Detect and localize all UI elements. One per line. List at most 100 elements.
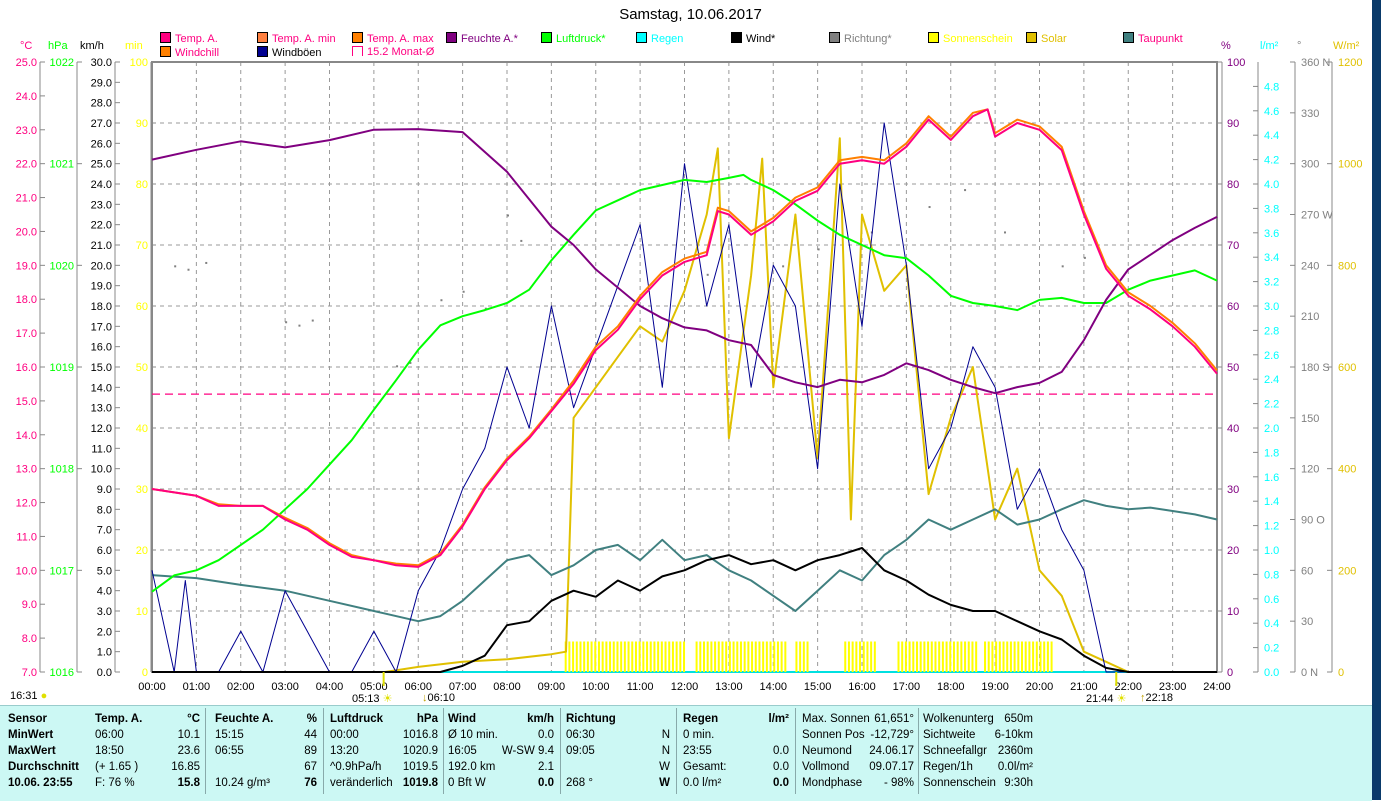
axis-label-temp: 12.0 [16,498,37,510]
sunshine-bar [579,641,582,672]
x-tick-label: 00:00 [138,681,166,693]
info-label: Max. Sonnen [802,713,870,725]
axis-label-rain: 0.6 [1264,594,1279,606]
sunshine-bar [769,641,772,672]
sunshine-bar [1021,641,1024,672]
table-row: 0 Bft W 0.0 [448,775,554,791]
info-label: Sonnenschein [923,777,996,789]
sunshine-bar [616,641,619,672]
series-temp-a [151,108,1218,568]
info-label: Regen/1h [923,761,973,773]
cell-value: 16.85 [171,761,200,773]
info-row: Neumond 24.06.17 [802,743,914,759]
axis-label-kmh: 27.0 [91,118,112,130]
cell-label: veränderlich [330,777,393,789]
cell-label: 0 min. [683,729,715,741]
axis-label-solar: 0 [1338,667,1344,679]
sunshine-bar [751,641,754,672]
info-label: Neumond [802,745,852,757]
sunshine-bar [919,641,922,672]
axis-label-rain: 1.2 [1264,521,1279,533]
info-row: Vollmond 09.07.17 [802,759,914,775]
x-tick-label: 18:00 [937,681,965,693]
cell-value: 0.0 [538,729,554,741]
sunshine-bar [1006,641,1009,672]
sunshine-bar [590,641,593,672]
axis-label-kmh: 7.0 [97,525,112,537]
table-row: 06:00 10.1 [95,727,200,743]
axis-label-min: 90 [136,118,148,130]
sunshine-bar [1050,641,1053,672]
sunshine-bar [952,641,955,672]
axis-label-hpa: 1016 [50,667,74,679]
axis-label-temp: 13.0 [16,464,37,476]
sunshine-bar [938,641,941,672]
sunshine-bar [634,641,637,672]
cell-label: 06:55 [215,745,244,757]
table-row: 15:15 44 [215,727,317,743]
cell-value: 1020.9 [402,745,438,757]
sunset: 21:44 ☀ [1086,692,1126,705]
axis-label-temp: 25.0 [16,57,37,69]
col-astro: Max. Sonnen 61,651° Sonnen Pos -12,729° Neum… [802,711,914,791]
info-value: -12,729° [870,729,914,741]
axis-label-kmh: 3.0 [97,606,112,618]
axis-label-rain: 3.4 [1264,252,1279,264]
axis-label-temp: 18.0 [16,294,37,306]
direction-point [1083,256,1086,259]
direction-point [187,268,190,271]
sunshine-bar [649,641,652,672]
axis-label-pct: 0 [1227,667,1233,679]
direction-point [520,239,523,242]
axis-label-pct: 80 [1227,179,1239,191]
axis-label-kmh: 24.0 [91,179,112,191]
info-value: 650m [1004,713,1033,725]
column-divider [323,708,324,794]
axis-label-pct: 70 [1227,240,1239,252]
header-unit: km/h [527,713,554,725]
axis-label-kmh: 22.0 [91,220,112,232]
cell-label: Gesamt: [683,761,727,773]
axis-label-hpa: 1019 [50,362,74,374]
sunshine-bar [949,641,952,672]
sunshine-bar [572,641,575,672]
sunshine-bar [945,641,948,672]
info-value: 0.0l/m² [997,761,1033,773]
sunshine-bar [795,641,798,672]
table-row: 0 min. [683,727,789,743]
cell-label: 06:00 [95,729,124,741]
cell-label: 16:05 [448,745,477,757]
axis-label-kmh: 16.0 [91,342,112,354]
sunshine-bar [780,641,783,672]
cell-value: W [659,761,670,773]
cell-value: 0.0 [538,777,554,789]
table-row: 23:55 0.0 [683,743,789,759]
sunshine-bar [675,641,678,672]
axis-label-min: 100 [130,57,148,69]
axis-label-rain: 0.2 [1264,643,1279,655]
axis-label-deg: 150 [1301,413,1319,425]
table-row: 10.24 g/m³ 76 [215,775,317,791]
axis-label-deg: 270 W [1301,210,1333,222]
axis-label-temp: 21.0 [16,193,37,205]
axis-label-rain: 1.6 [1264,472,1279,484]
sunshine-bar [987,641,990,672]
info-row: Max. Sonnen 61,651° [802,711,914,727]
cell-value: 76 [304,777,317,789]
axis-label-pct: 10 [1227,606,1239,618]
table-row: 18:50 23.6 [95,743,200,759]
sunrise-icon: ☀ [382,693,393,705]
axis-label-solar: 1000 [1338,159,1362,171]
axis-label-kmh: 2.0 [97,626,112,638]
cell-label: 15:15 [215,729,244,741]
axis-label-rain: 3.2 [1264,277,1279,289]
direction-point [298,324,301,327]
table-row: veränderlich 1019.8 [330,775,438,791]
axis-label-solar: 400 [1338,464,1356,476]
info-value: 61,651° [874,713,914,725]
x-tick-label: 10:00 [582,681,610,693]
row-label: MinWert [8,729,54,741]
sunshine-bar [586,641,589,672]
sunshine-bar [862,641,865,672]
sunshine-bar [612,641,615,672]
